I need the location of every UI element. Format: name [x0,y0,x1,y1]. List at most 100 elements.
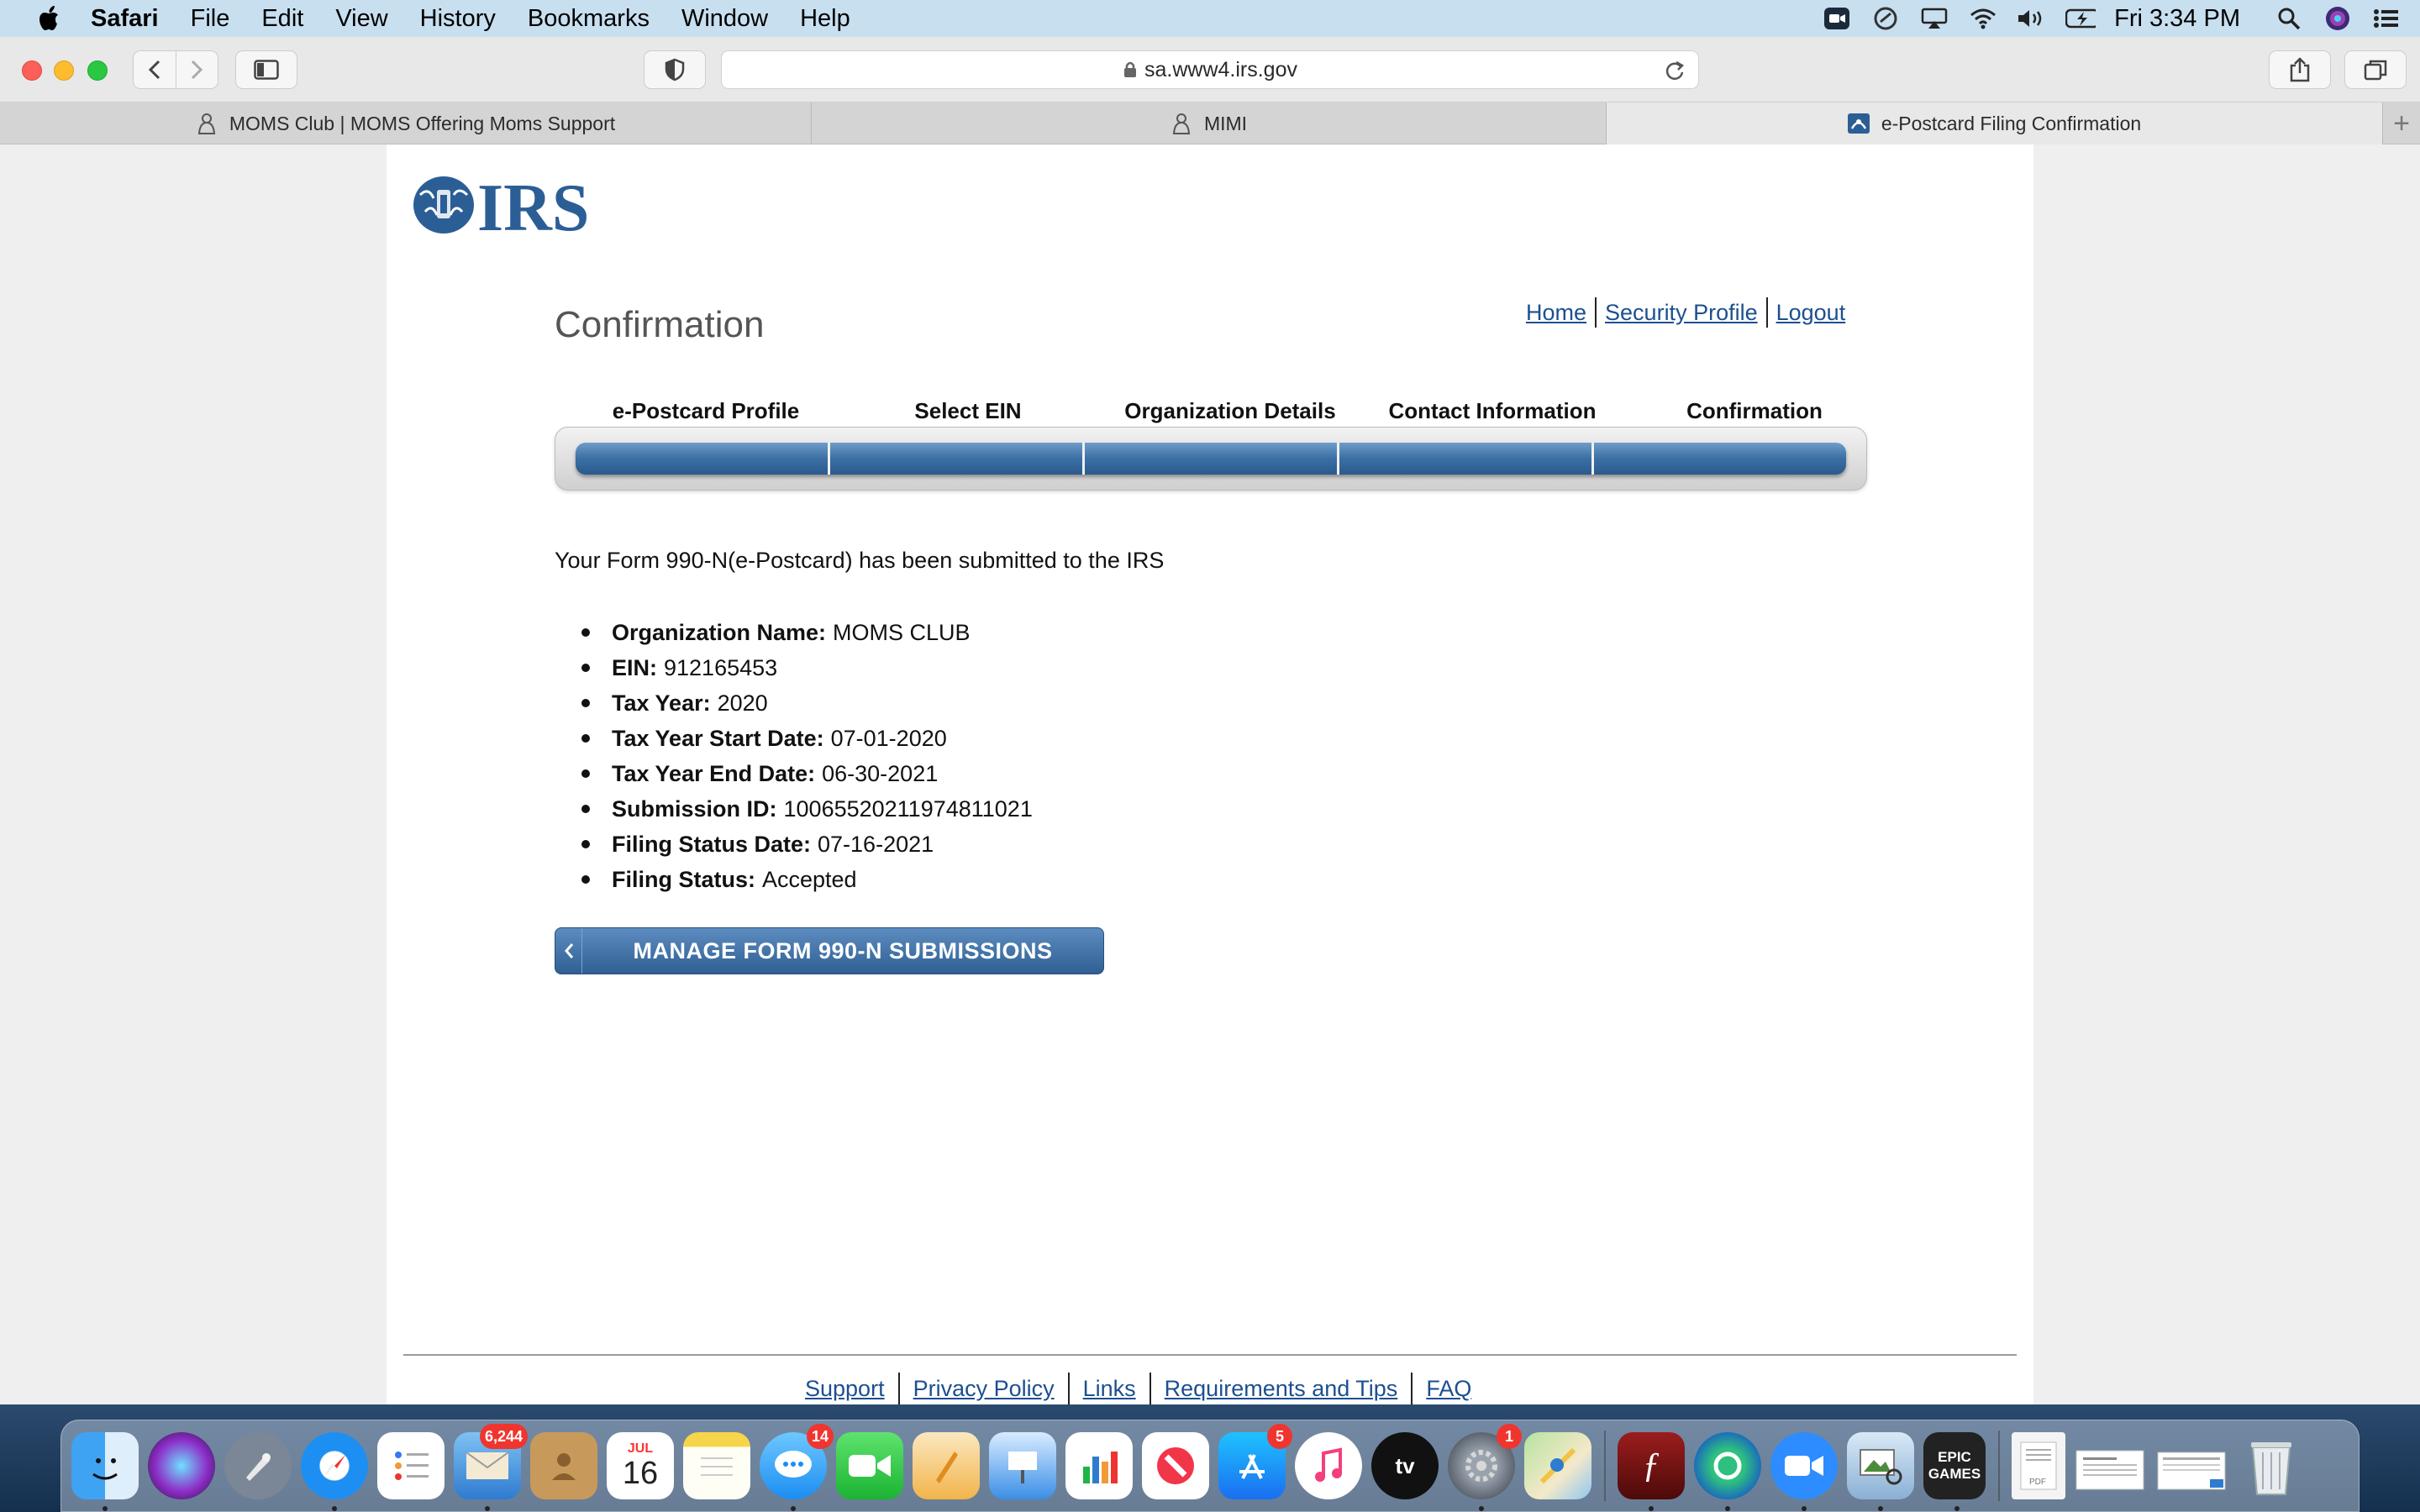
pdf-document-icon[interactable]: PDF [2012,1432,2065,1499]
epic-games-icon[interactable]: EPIC GAMES [1923,1432,1986,1511]
app-store-badge: 5 [1267,1424,1292,1449]
system-preferences-icon[interactable]: 1 [1448,1424,1522,1511]
navigation-buttons [133,50,218,89]
submission-message: Your Form 990-N(e-Postcard) has been sub… [555,548,1165,573]
irs-logo[interactable]: IRS [408,170,610,245]
privacy-report-button[interactable] [644,50,706,89]
apple-menu-icon[interactable] [34,2,67,35]
maps-icon[interactable] [1524,1432,1591,1499]
detail-label: Tax Year: [612,690,711,716]
menu-app-safari[interactable]: Safari [91,5,159,33]
faq-link[interactable]: FAQ [1426,1376,1471,1402]
detail-label: Filing Status: [612,866,755,892]
zoom-status-icon[interactable] [1822,6,1852,31]
chevron-right-icon [192,60,203,80]
calendar-icon[interactable]: JUL 16 [607,1432,674,1499]
apple-tv-icon[interactable]: tv [1371,1432,1439,1499]
battery-charging-icon[interactable] [2065,6,2096,31]
logout-link[interactable]: Logout [1776,300,1846,326]
page-content: IRS Confirmation Home Security Profile L… [387,144,2033,1404]
notes-icon[interactable] [683,1432,750,1499]
epic-games-label: EPIC GAMES [1928,1449,1981,1482]
zoom-app-icon[interactable] [1770,1432,1838,1511]
step-label-contact-information: Contact Information [1388,398,1597,423]
menu-view[interactable]: View [335,5,387,33]
tab-moms-club[interactable]: MOMS Club | MOMS Offering Moms Support [0,102,812,144]
tab-epostcard-confirmation[interactable]: e-Postcard Filing Confirmation [1607,102,2383,144]
camtasia-icon[interactable] [1694,1432,1761,1511]
tab-title: e-Postcard Filing Confirmation [1881,112,2142,134]
music-icon[interactable] [1295,1432,1362,1499]
sync-status-icon[interactable] [1870,6,1901,31]
tab-overview-button[interactable] [2344,50,2407,89]
facetime-icon[interactable] [836,1432,903,1499]
menu-file[interactable]: File [191,5,230,33]
siri-app-icon[interactable] [148,1432,215,1499]
reload-icon[interactable] [1663,59,1686,82]
detail-value: 912165453 [664,654,778,680]
sidebar-toggle-button[interactable] [235,50,297,89]
forward-button[interactable] [176,51,218,88]
detail-value: 10065520211974811021 [783,795,1033,822]
home-link[interactable]: Home [1526,300,1586,326]
links-link[interactable]: Links [1083,1376,1136,1402]
privacy-policy-link[interactable]: Privacy Policy [913,1376,1055,1402]
tab-mimi[interactable]: MIMI [812,102,1607,144]
requirements-tips-link[interactable]: Requirements and Tips [1165,1376,1398,1402]
launchpad-icon[interactable] [224,1432,292,1499]
manage-submissions-button[interactable]: MANAGE FORM 990-N SUBMISSIONS [555,927,1104,974]
shield-icon [665,58,685,81]
system-preferences-badge: 1 [1497,1424,1522,1449]
airplay-icon[interactable] [1919,6,1949,31]
menu-history[interactable]: History [420,5,496,33]
menu-edit[interactable]: Edit [261,5,303,33]
document-stack-icon[interactable] [2075,1432,2147,1499]
top-links: Home Security Profile Logout [1526,297,1845,328]
chevron-left-icon [148,60,160,80]
support-link[interactable]: Support [805,1376,885,1402]
window-fullscreen-button[interactable] [87,60,108,81]
finder-icon[interactable] [71,1432,139,1511]
news-icon[interactable] [1142,1432,1209,1499]
calendar-month: JUL [627,1441,654,1456]
app-store-icon[interactable]: 5 [1218,1424,1292,1499]
detail-label: Filing Status Date: [612,831,812,857]
manage-submissions-label: MANAGE FORM 990-N SUBMISSIONS [633,937,1053,963]
downloads-stack-icon[interactable] [2156,1432,2228,1499]
share-button[interactable] [2269,50,2331,89]
tab-overview-icon [2364,60,2387,81]
siri-icon[interactable] [2323,6,2353,31]
address-bar[interactable]: sa.www4.irs.gov [721,50,1699,89]
detail-label: EIN: [612,654,657,680]
control-center-icon[interactable] [2371,6,2402,31]
preview-icon[interactable] [1847,1432,1914,1511]
volume-icon[interactable] [2017,6,2047,31]
safari-app-icon[interactable] [301,1432,368,1511]
dock: 6,244 JUL 16 14 5 tv 1 ƒ EPIC GAMES PDF [60,1420,2360,1512]
progress-segment [576,443,830,475]
back-button[interactable] [134,51,176,88]
pages-icon[interactable] [913,1432,980,1499]
messages-icon[interactable]: 14 [760,1424,834,1511]
dock-separator [1604,1431,1606,1501]
window-close-button[interactable] [22,60,42,81]
menu-bookmarks[interactable]: Bookmarks [528,5,650,33]
flash-player-icon[interactable]: ƒ [1618,1432,1685,1511]
mail-icon[interactable]: 6,244 [454,1424,528,1511]
reminders-icon[interactable] [377,1432,445,1499]
numbers-icon[interactable] [1065,1432,1133,1499]
security-profile-link[interactable]: Security Profile [1605,300,1758,326]
detail-value: Accepted [762,866,857,892]
new-tab-button[interactable]: + [2383,102,2420,144]
progress-step-labels: e-Postcard Profile Select EIN Organizati… [575,398,1886,424]
window-minimize-button[interactable] [54,60,74,81]
keynote-icon[interactable] [989,1432,1056,1499]
trash-icon[interactable] [2238,1432,2305,1499]
tab-title: MOMS Club | MOMS Offering Moms Support [229,112,616,134]
contacts-icon[interactable] [530,1432,597,1499]
menu-help[interactable]: Help [800,5,850,33]
wifi-icon[interactable] [1968,6,1998,31]
spotlight-search-icon[interactable] [2274,6,2304,31]
menubar-clock[interactable]: Fri 3:34 PM [2114,5,2240,33]
menu-window[interactable]: Window [681,5,768,33]
